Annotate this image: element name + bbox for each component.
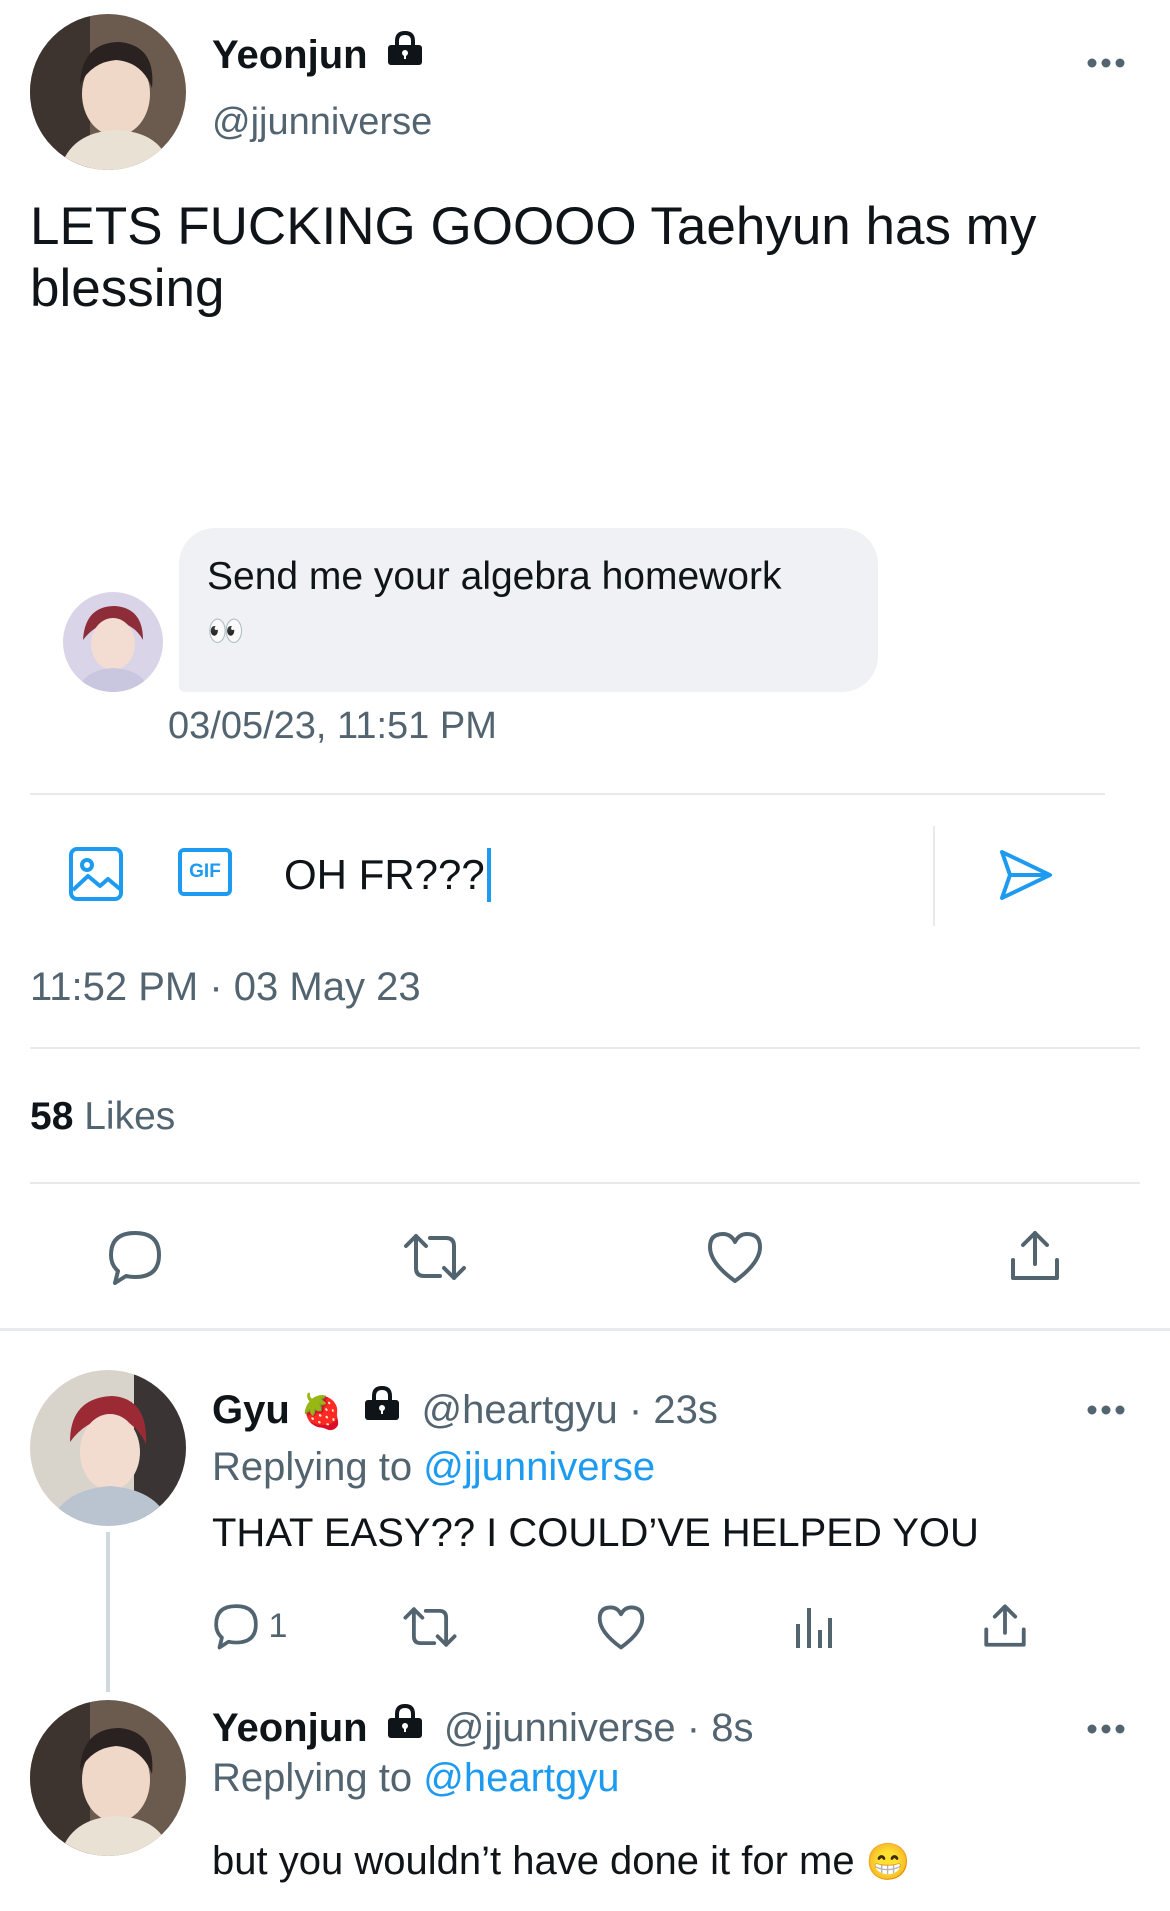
reply-icon[interactable] <box>106 1228 164 1286</box>
reply-action-reply[interactable]: 1 <box>212 1602 287 1650</box>
reply-avatar-gyu[interactable] <box>30 1370 186 1526</box>
like-icon[interactable] <box>596 1604 646 1650</box>
thread-line <box>106 1532 110 1692</box>
divider <box>30 793 1105 795</box>
reply-handle[interactable]: @jjunniverse <box>444 1706 676 1750</box>
replying-to-link[interactable]: @heartgyu <box>423 1756 619 1800</box>
composer-separator <box>933 826 935 926</box>
replying-prefix: Replying to <box>212 1445 413 1489</box>
replying-prefix: Replying to <box>212 1756 413 1800</box>
lock-icon <box>385 1701 425 1751</box>
reply-text-line: but you wouldn’t have done it for me 😁 <box>212 1836 911 1887</box>
likes-label: Likes <box>84 1095 176 1138</box>
reply-display-name[interactable]: Gyu <box>212 1388 290 1432</box>
divider <box>30 1047 1140 1049</box>
reply-handle[interactable]: @heartgyu <box>422 1388 618 1432</box>
reply-age[interactable]: · 23s <box>629 1388 718 1432</box>
section-divider <box>0 1328 1170 1331</box>
reply-text: THAT EASY?? I COULD’VE HELPED YOU <box>212 1511 979 1555</box>
reply-header-yeonjun: Yeonjun @jjunniverse · 8s <box>212 1703 753 1753</box>
author-display-name[interactable]: Yeonjun <box>212 33 368 77</box>
lock-icon <box>362 1383 402 1433</box>
dm-emoji: 👀 <box>207 615 245 648</box>
more-icon[interactable] <box>1086 1722 1126 1736</box>
dm-timestamp: 03/05/23, 11:51 PM <box>168 705 497 747</box>
send-icon[interactable] <box>998 848 1054 902</box>
tweet-text: LETS FUCKING GOOOO Taehyun has my blessi… <box>30 197 1037 318</box>
replying-to-line: Replying to @jjunniverse <box>212 1442 655 1492</box>
composer-input[interactable]: OH FR??? <box>284 848 491 902</box>
gif-label: GIF <box>189 861 221 882</box>
reply-count: 1 <box>268 1606 288 1645</box>
share-icon[interactable] <box>982 1602 1028 1650</box>
divider <box>30 1182 1140 1184</box>
reply-display-name[interactable]: Yeonjun <box>212 1706 368 1750</box>
likes-count: 58 <box>30 1095 74 1138</box>
reply-avatar-yeonjun[interactable] <box>30 1700 186 1856</box>
more-icon[interactable] <box>1086 1403 1126 1417</box>
reply-text: but you wouldn’t have done it for me <box>212 1839 855 1883</box>
author-handle[interactable]: @jjunniverse <box>212 98 432 146</box>
reply-icon <box>212 1602 260 1650</box>
more-icon[interactable] <box>1086 56 1126 70</box>
reply-header-gyu: Gyu 🍓 @heartgyu · 23s <box>212 1385 718 1435</box>
likes-stat[interactable]: 58 Likes <box>30 1092 175 1142</box>
composer-text: OH FR??? <box>284 851 485 898</box>
replying-to-line: Replying to @heartgyu <box>212 1753 620 1803</box>
tweet-time[interactable]: 11:52 PM · 03 May 23 <box>30 962 421 1012</box>
like-icon[interactable] <box>706 1230 764 1284</box>
gif-icon[interactable]: GIF <box>178 848 232 896</box>
author-avatar[interactable] <box>30 14 186 170</box>
analytics-icon[interactable] <box>794 1604 834 1650</box>
image-icon[interactable] <box>68 846 124 902</box>
reply-age[interactable]: · 8s <box>687 1706 754 1750</box>
lock-icon <box>385 28 425 78</box>
dm-avatar <box>63 592 163 692</box>
retweet-icon[interactable] <box>402 1230 468 1284</box>
dm-message: Send me your algebra homework <box>207 555 782 598</box>
name-emoji: 🍓 <box>300 1393 344 1431</box>
reply-emoji: 😁 <box>865 1841 911 1882</box>
retweet-icon[interactable] <box>402 1604 458 1650</box>
author-name-row: Yeonjun <box>212 30 425 80</box>
share-icon[interactable] <box>1008 1228 1062 1284</box>
text-cursor <box>486 848 491 902</box>
replying-to-link[interactable]: @jjunniverse <box>423 1445 655 1489</box>
